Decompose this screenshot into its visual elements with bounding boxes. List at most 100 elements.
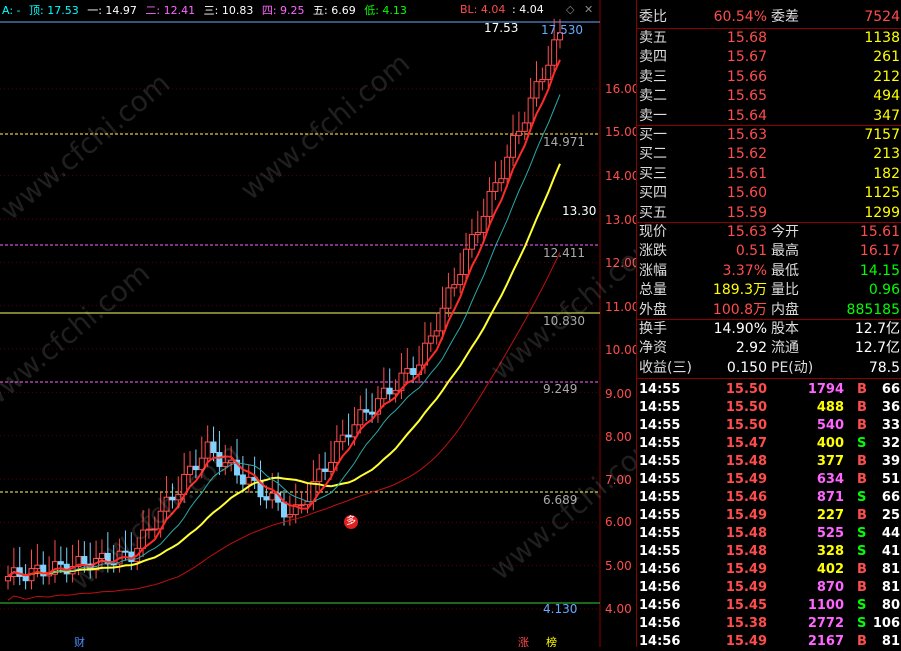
candlestick[interactable] xyxy=(322,452,329,481)
candlestick[interactable] xyxy=(510,114,517,166)
tick-price: 15.49 xyxy=(725,562,767,577)
tick-time: 14:55 xyxy=(639,436,681,451)
bang-badge[interactable]: 榜 xyxy=(546,634,557,647)
tick-time: 14:55 xyxy=(639,490,681,505)
ask-row[interactable]: 卖四 15.67 261 xyxy=(637,48,901,67)
candlestick[interactable] xyxy=(10,547,17,586)
tick-row[interactable]: 14:55 15.50 488 B 36 xyxy=(637,398,901,417)
tick-time: 14:55 xyxy=(639,544,681,559)
tick-row[interactable]: 14:56 15.38 2772 S 106 xyxy=(637,614,901,633)
bid-row[interactable]: 买二 15.62 213 xyxy=(637,145,901,164)
quote-value: 16.17 xyxy=(859,243,900,260)
fundamental-label: 净资 xyxy=(639,340,667,357)
quote-value: 0.96 xyxy=(868,282,900,299)
candlestick[interactable] xyxy=(51,540,58,583)
candlestick[interactable] xyxy=(492,161,499,201)
candlestick[interactable] xyxy=(292,483,299,524)
candlestick[interactable] xyxy=(474,210,481,244)
bid-volume: 1125 xyxy=(864,185,900,202)
fundamental-value: 12.7亿 xyxy=(854,321,900,337)
candlestick[interactable] xyxy=(486,177,493,226)
tick-row[interactable]: 14:56 15.49 2167 B 81 xyxy=(637,632,901,651)
kline-chart-area[interactable]: A: - 顶: 17.53 一: 14.97 二: 12.41 三: 10.83… xyxy=(0,0,636,647)
candlestick[interactable] xyxy=(16,547,23,586)
bid-row[interactable]: 买三 15.61 182 xyxy=(637,165,901,184)
cai-badge[interactable]: 财 xyxy=(74,634,85,647)
quote-label: 现价 xyxy=(639,224,667,240)
tick-row[interactable]: 14:55 15.46 871 S 66 xyxy=(637,488,901,507)
bid-price: 15.60 xyxy=(726,185,767,202)
fundamental-label: PE(动) xyxy=(771,359,814,376)
quote-value: 3.37% xyxy=(722,262,767,279)
tick-volume: 328 xyxy=(816,544,844,559)
ask-row[interactable]: 卖二 15.65 494 xyxy=(637,87,901,106)
candlestick[interactable] xyxy=(539,67,546,91)
price-axis-tick: 9.00 xyxy=(605,387,632,401)
bid-row[interactable]: 买五 15.59 1299 xyxy=(637,204,901,223)
tick-volume: 634 xyxy=(816,472,844,487)
zhang-badge[interactable]: 涨 xyxy=(518,634,529,647)
candlestick[interactable] xyxy=(404,348,411,382)
ask-label: 卖三 xyxy=(639,68,667,85)
bid-row[interactable]: 买四 15.60 1125 xyxy=(637,184,901,203)
candlestick[interactable] xyxy=(515,111,522,145)
candlestick[interactable] xyxy=(386,368,393,403)
tick-row[interactable]: 14:55 15.48 328 S 41 xyxy=(637,542,901,561)
candlestick[interactable] xyxy=(498,159,505,192)
candlestick[interactable] xyxy=(445,272,452,317)
candlestick[interactable] xyxy=(339,419,346,451)
price-axis-tick: 4.00 xyxy=(605,602,632,616)
ask-row[interactable]: 卖三 15.66 212 xyxy=(637,68,901,87)
candlestick[interactable] xyxy=(457,252,464,294)
candlestick[interactable] xyxy=(427,322,434,352)
candlestick[interactable] xyxy=(374,386,381,423)
ask-volume: 494 xyxy=(873,88,900,105)
duo-badge[interactable]: 多 xyxy=(344,515,358,529)
candlestick[interactable] xyxy=(40,551,47,585)
bid-label: 买二 xyxy=(639,146,667,163)
candlestick[interactable] xyxy=(22,564,29,590)
candlestick[interactable] xyxy=(46,556,53,585)
candlestick[interactable] xyxy=(380,367,387,408)
tick-price: 15.48 xyxy=(725,526,767,541)
bid-row[interactable]: 买一 15.63 7157 xyxy=(637,126,901,145)
ask-row[interactable]: 卖一 15.64 347 xyxy=(637,107,901,126)
candlestick[interactable] xyxy=(468,218,475,258)
tick-row[interactable]: 14:56 15.49 870 B 81 xyxy=(637,578,901,597)
ask-label: 卖五 xyxy=(639,30,667,46)
ask-price: 15.67 xyxy=(726,49,767,66)
ask-row[interactable]: 卖五 15.68 1138 xyxy=(637,29,901,48)
tick-row[interactable]: 14:55 15.48 525 S 44 xyxy=(637,524,901,543)
candlestick[interactable] xyxy=(433,312,440,345)
candlestick[interactable] xyxy=(5,565,11,590)
tick-side: S xyxy=(857,436,867,451)
tick-row[interactable]: 14:55 15.49 227 B 25 xyxy=(637,506,901,525)
quote-row: 涨跌 0.51 最高 16.17 xyxy=(637,242,901,261)
tick-row[interactable]: 14:55 15.48 377 B 39 xyxy=(637,452,901,471)
tick-row[interactable]: 14:55 15.50 1794 B 66 xyxy=(637,380,901,399)
candlestick[interactable] xyxy=(281,489,287,526)
tick-row[interactable]: 14:55 15.47 400 S 32 xyxy=(637,434,901,453)
ask-price: 15.66 xyxy=(726,68,767,85)
fundamental-label: 收益(三) xyxy=(639,359,692,376)
candlestick[interactable] xyxy=(521,111,528,141)
quote-row: 总量 189.3万 量比 0.96 xyxy=(637,281,901,300)
quote-label: 总量 xyxy=(639,282,667,299)
tick-side: B xyxy=(857,454,867,469)
candlestick[interactable] xyxy=(533,61,540,107)
bid-volume: 182 xyxy=(873,165,900,182)
tick-row[interactable]: 14:56 15.45 1100 S 80 xyxy=(637,596,901,615)
candlestick[interactable] xyxy=(416,345,423,384)
candlestick[interactable] xyxy=(451,267,458,297)
weicha-value: 7524 xyxy=(864,9,900,25)
fundamental-value: 0.150 xyxy=(726,359,767,376)
tick-row[interactable]: 14:55 15.49 634 B 51 xyxy=(637,470,901,489)
tick-row[interactable]: 14:55 15.50 540 B 33 xyxy=(637,416,901,435)
candlestick[interactable] xyxy=(28,549,35,590)
candlestick[interactable] xyxy=(345,413,352,446)
quote-value: 14.15 xyxy=(859,262,900,279)
tick-row[interactable]: 14:56 15.49 402 B 81 xyxy=(637,560,901,579)
tick-volume: 377 xyxy=(816,454,844,469)
candlestick[interactable] xyxy=(298,491,305,514)
candlestick[interactable] xyxy=(363,388,370,421)
